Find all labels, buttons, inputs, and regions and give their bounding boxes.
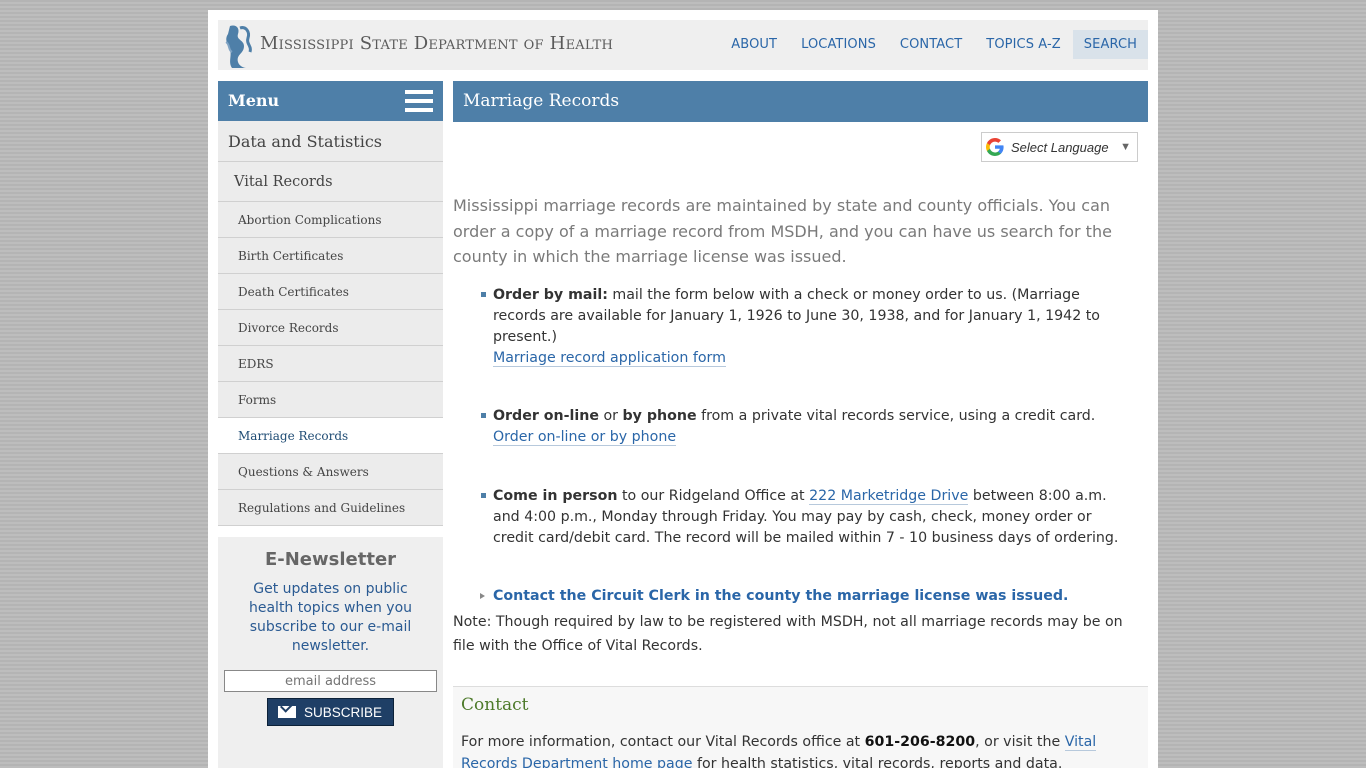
list-item-circuit-clerk: Contact the Circuit Clerk in the county … (453, 586, 1133, 607)
contact-box: Contact For more information, contact ou… (453, 686, 1148, 768)
bullet-square-icon (481, 292, 486, 297)
contact-title: Contact (461, 695, 529, 715)
contact-phone: 601-206-8200 (864, 734, 976, 750)
online-bold: Order on-line (493, 408, 599, 424)
sidebar: Menu Data and Statistics Vital Records A… (218, 81, 443, 768)
page: Mississippi State Department of Health A… (208, 10, 1158, 768)
newsletter-title: E-Newsletter (264, 549, 397, 570)
msdh-logo-icon[interactable] (222, 22, 254, 70)
sidebar-item-birth-certificates[interactable]: Birth Certificates (218, 238, 443, 274)
order-options-list: Order by mail: mail the form below with … (453, 285, 1148, 607)
sidebar-item-death-certificates[interactable]: Death Certificates (218, 274, 443, 310)
newsletter-text: Get updates on public health topics when… (248, 581, 413, 654)
site-title[interactable]: Mississippi State Department of Health (260, 33, 613, 54)
nav-locations[interactable]: LOCATIONS (789, 30, 888, 59)
marriage-application-form-link[interactable]: Marriage record application form (493, 350, 726, 367)
newsletter-box: E-Newsletter Get updates on public healt… (218, 537, 443, 768)
nav-topics-a-z[interactable]: TOPICS A-Z (974, 30, 1073, 59)
main-content: Marriage Records Select Language ▼ Missi… (453, 81, 1148, 768)
google-icon (986, 138, 1004, 156)
sidebar-item-forms[interactable]: Forms (218, 382, 443, 418)
sidebar-item-questions-answers[interactable]: Questions & Answers (218, 454, 443, 490)
sidebar-item-regulations-guidelines[interactable]: Regulations and Guidelines (218, 490, 443, 526)
contact-text-3: for health statistics, vital records, re… (692, 756, 1063, 768)
sidebar-section-data-and-statistics[interactable]: Data and Statistics (218, 121, 443, 162)
note-paragraph: Note: Though required by law to be regis… (453, 614, 1123, 654)
hamburger-icon[interactable] (405, 90, 433, 113)
contact-text-1: For more information, contact our Vital … (461, 734, 865, 750)
sidebar-item-divorce-records[interactable]: Divorce Records (218, 310, 443, 346)
nav-about[interactable]: ABOUT (719, 30, 789, 59)
dropdown-arrow-icon: ▼ (1120, 141, 1131, 153)
list-item-order-online: Order on-line or by phone from a private… (453, 406, 1133, 448)
sidebar-subsection-vital-records[interactable]: Vital Records (218, 162, 443, 202)
online-or-text: or (598, 408, 623, 424)
bullet-square-icon (481, 413, 486, 418)
subscribe-label: SUBSCRIBE (304, 704, 383, 720)
address-link[interactable]: 222 Marketridge Drive (809, 488, 969, 505)
order-online-link[interactable]: Order on-line or by phone (493, 429, 677, 446)
list-item-order-by-mail: Order by mail: mail the form below with … (453, 285, 1133, 369)
online-text: from a private vital records service, us… (696, 408, 1096, 424)
sidebar-item-abortion-complications[interactable]: Abortion Complications (218, 202, 443, 238)
circuit-clerk-link[interactable]: Contact the Circuit Clerk in the county … (493, 588, 1068, 604)
envelope-icon (278, 706, 296, 718)
nav-search[interactable]: SEARCH (1072, 30, 1148, 59)
mail-bold: Order by mail: (493, 287, 608, 303)
email-input[interactable] (224, 670, 437, 692)
contact-text: For more information, contact our Vital … (461, 731, 1140, 768)
nav-contact[interactable]: CONTACT (888, 30, 974, 59)
language-select[interactable]: Select Language ▼ (981, 132, 1138, 162)
bullet-arrow-icon (480, 593, 485, 599)
list-item-come-in-person: Come in person to our Ridgeland Office a… (453, 486, 1133, 549)
person-bold: Come in person (493, 488, 618, 504)
top-nav: ABOUT LOCATIONS CONTACT TOPICS A-Z SEARC… (719, 30, 1148, 59)
subscribe-button[interactable]: SUBSCRIBE (267, 698, 394, 726)
sidebar-item-marriage-records[interactable]: Marriage Records (218, 418, 443, 454)
site-header: Mississippi State Department of Health A… (218, 20, 1148, 70)
menu-label: Menu (228, 91, 280, 110)
contact-text-2: , or visit the (975, 734, 1065, 750)
menu-bar[interactable]: Menu (218, 81, 443, 121)
bullet-square-icon (481, 493, 486, 498)
intro-paragraph: Mississippi marriage records are maintai… (453, 196, 1112, 266)
page-title: Marriage Records (453, 81, 1148, 122)
sidebar-item-edrs[interactable]: EDRS (218, 346, 443, 382)
person-text-1: to our Ridgeland Office at (617, 488, 810, 504)
language-select-label: Select Language (1011, 139, 1109, 155)
phone-bold: by phone (622, 408, 697, 424)
